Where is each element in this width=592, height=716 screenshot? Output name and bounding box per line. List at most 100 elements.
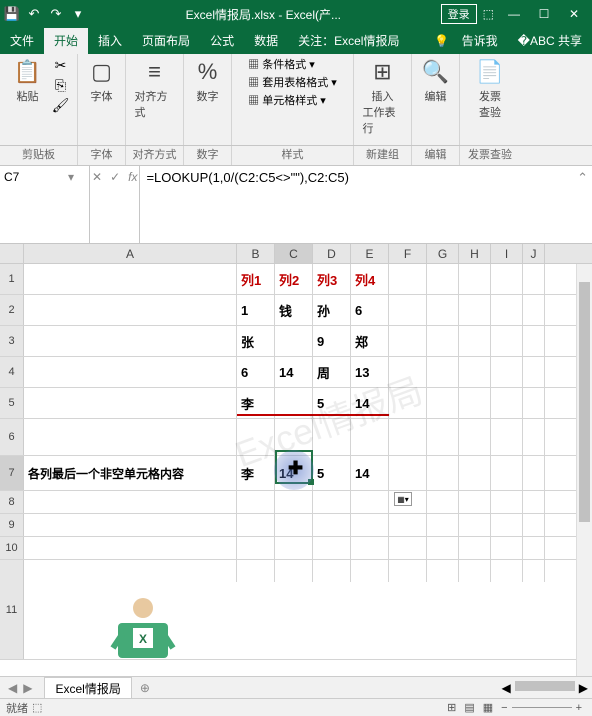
- cell[interactable]: [491, 491, 523, 513]
- cell[interactable]: [491, 326, 523, 356]
- cell[interactable]: [313, 491, 351, 513]
- cell[interactable]: [351, 537, 389, 559]
- cell[interactable]: [389, 388, 427, 418]
- vertical-scrollbar[interactable]: [576, 264, 592, 676]
- cell[interactable]: 9: [313, 326, 351, 356]
- zoom-slider[interactable]: [512, 707, 572, 708]
- cell[interactable]: [427, 357, 459, 387]
- normal-view-icon[interactable]: ⊞: [443, 701, 460, 714]
- row-header[interactable]: 8: [0, 491, 24, 513]
- hscroll-thumb[interactable]: [515, 681, 575, 691]
- copy-icon[interactable]: ⎘: [52, 76, 70, 94]
- cell[interactable]: [523, 326, 545, 356]
- cell[interactable]: [491, 295, 523, 325]
- cell[interactable]: [523, 264, 545, 294]
- cell[interactable]: 14: [275, 357, 313, 387]
- new-sheet-button[interactable]: ⊕: [132, 681, 158, 695]
- formula-input[interactable]: =LOOKUP(1,0/(C2:C5<>""),C2:C5) ⌃: [140, 166, 592, 243]
- cell[interactable]: [523, 295, 545, 325]
- scrollbar-thumb[interactable]: [579, 282, 590, 522]
- cell[interactable]: [491, 456, 523, 490]
- conditional-formatting-button[interactable]: ▦ 条件格式 ▾: [248, 56, 315, 72]
- cell[interactable]: [351, 491, 389, 513]
- row-header[interactable]: 7: [0, 456, 24, 490]
- name-box-dropdown-icon[interactable]: ▾: [64, 170, 78, 184]
- login-button[interactable]: 登录: [441, 4, 477, 24]
- cell[interactable]: [351, 419, 389, 455]
- minimize-icon[interactable]: —: [500, 4, 528, 24]
- tab-file[interactable]: 文件: [0, 28, 44, 54]
- row-header[interactable]: 11: [0, 560, 24, 659]
- cell[interactable]: 6: [237, 357, 275, 387]
- cell[interactable]: [491, 419, 523, 455]
- cell[interactable]: [427, 264, 459, 294]
- format-as-table-button[interactable]: ▦ 套用表格格式 ▾: [248, 74, 337, 90]
- cell[interactable]: [313, 560, 351, 582]
- tab-follow[interactable]: 关注：Excel情报局: [288, 28, 409, 54]
- cell[interactable]: [389, 357, 427, 387]
- cell[interactable]: [237, 491, 275, 513]
- page-break-view-icon[interactable]: ▦: [479, 701, 497, 714]
- cell[interactable]: [523, 357, 545, 387]
- cell[interactable]: [275, 514, 313, 536]
- cell[interactable]: [313, 537, 351, 559]
- cell[interactable]: [389, 456, 427, 490]
- cell[interactable]: 孙: [313, 295, 351, 325]
- paste-button[interactable]: 📋 粘贴: [8, 56, 48, 104]
- cell[interactable]: [275, 537, 313, 559]
- cell[interactable]: [427, 537, 459, 559]
- cell[interactable]: 14: [351, 456, 389, 490]
- cell[interactable]: [24, 295, 237, 325]
- cell[interactable]: [427, 295, 459, 325]
- cell[interactable]: 钱: [275, 295, 313, 325]
- cell[interactable]: [491, 264, 523, 294]
- cell[interactable]: [351, 514, 389, 536]
- format-painter-icon[interactable]: 🖌: [52, 96, 70, 114]
- page-layout-view-icon[interactable]: ▤: [460, 701, 478, 714]
- cell[interactable]: 6: [351, 295, 389, 325]
- cell[interactable]: [427, 560, 459, 582]
- cell[interactable]: [275, 560, 313, 582]
- col-header-D[interactable]: D: [313, 244, 351, 263]
- col-header-E[interactable]: E: [351, 244, 389, 263]
- cell[interactable]: [275, 326, 313, 356]
- cell[interactable]: [24, 560, 237, 582]
- col-header-I[interactable]: I: [491, 244, 523, 263]
- save-icon[interactable]: 💾: [4, 6, 20, 22]
- row-header[interactable]: 2: [0, 295, 24, 325]
- cell[interactable]: 1: [237, 295, 275, 325]
- cell[interactable]: [459, 514, 491, 536]
- cell[interactable]: [459, 357, 491, 387]
- col-header-B[interactable]: B: [237, 244, 275, 263]
- cell[interactable]: [523, 456, 545, 490]
- row-header[interactable]: 6: [0, 419, 24, 455]
- cell[interactable]: [237, 560, 275, 582]
- cell[interactable]: [389, 560, 427, 582]
- cell[interactable]: 5: [313, 456, 351, 490]
- cell[interactable]: 列2: [275, 264, 313, 294]
- zoom-in-icon[interactable]: +: [572, 702, 586, 714]
- enter-formula-icon[interactable]: ✓: [110, 170, 120, 184]
- cell[interactable]: [459, 456, 491, 490]
- tab-formulas[interactable]: 公式: [200, 28, 244, 54]
- cell[interactable]: [523, 537, 545, 559]
- cell[interactable]: [523, 514, 545, 536]
- col-header-J[interactable]: J: [523, 244, 545, 263]
- cell[interactable]: [523, 560, 545, 582]
- cell[interactable]: [427, 456, 459, 490]
- sheet-nav-next-icon[interactable]: ▶: [23, 681, 32, 695]
- cell[interactable]: [459, 491, 491, 513]
- cell[interactable]: [459, 537, 491, 559]
- cell[interactable]: [24, 326, 237, 356]
- cell[interactable]: 各列最后一个非空单元格内容: [24, 456, 237, 490]
- tab-home[interactable]: 开始: [44, 28, 88, 54]
- cell[interactable]: 列3: [313, 264, 351, 294]
- autofill-options-button[interactable]: ▦▾: [394, 492, 412, 506]
- fx-icon[interactable]: fx: [128, 170, 137, 184]
- cell[interactable]: [24, 419, 237, 455]
- cut-icon[interactable]: ✂: [52, 56, 70, 74]
- cell[interactable]: [523, 388, 545, 418]
- spreadsheet-grid[interactable]: 1列1列2列3列4 21钱孙6 3张9郑 4614周13 5李514 6 7各列…: [0, 264, 592, 660]
- invoice-button[interactable]: 📄发票查验: [470, 56, 510, 120]
- cell-styles-button[interactable]: ▦ 单元格样式 ▾: [248, 92, 326, 108]
